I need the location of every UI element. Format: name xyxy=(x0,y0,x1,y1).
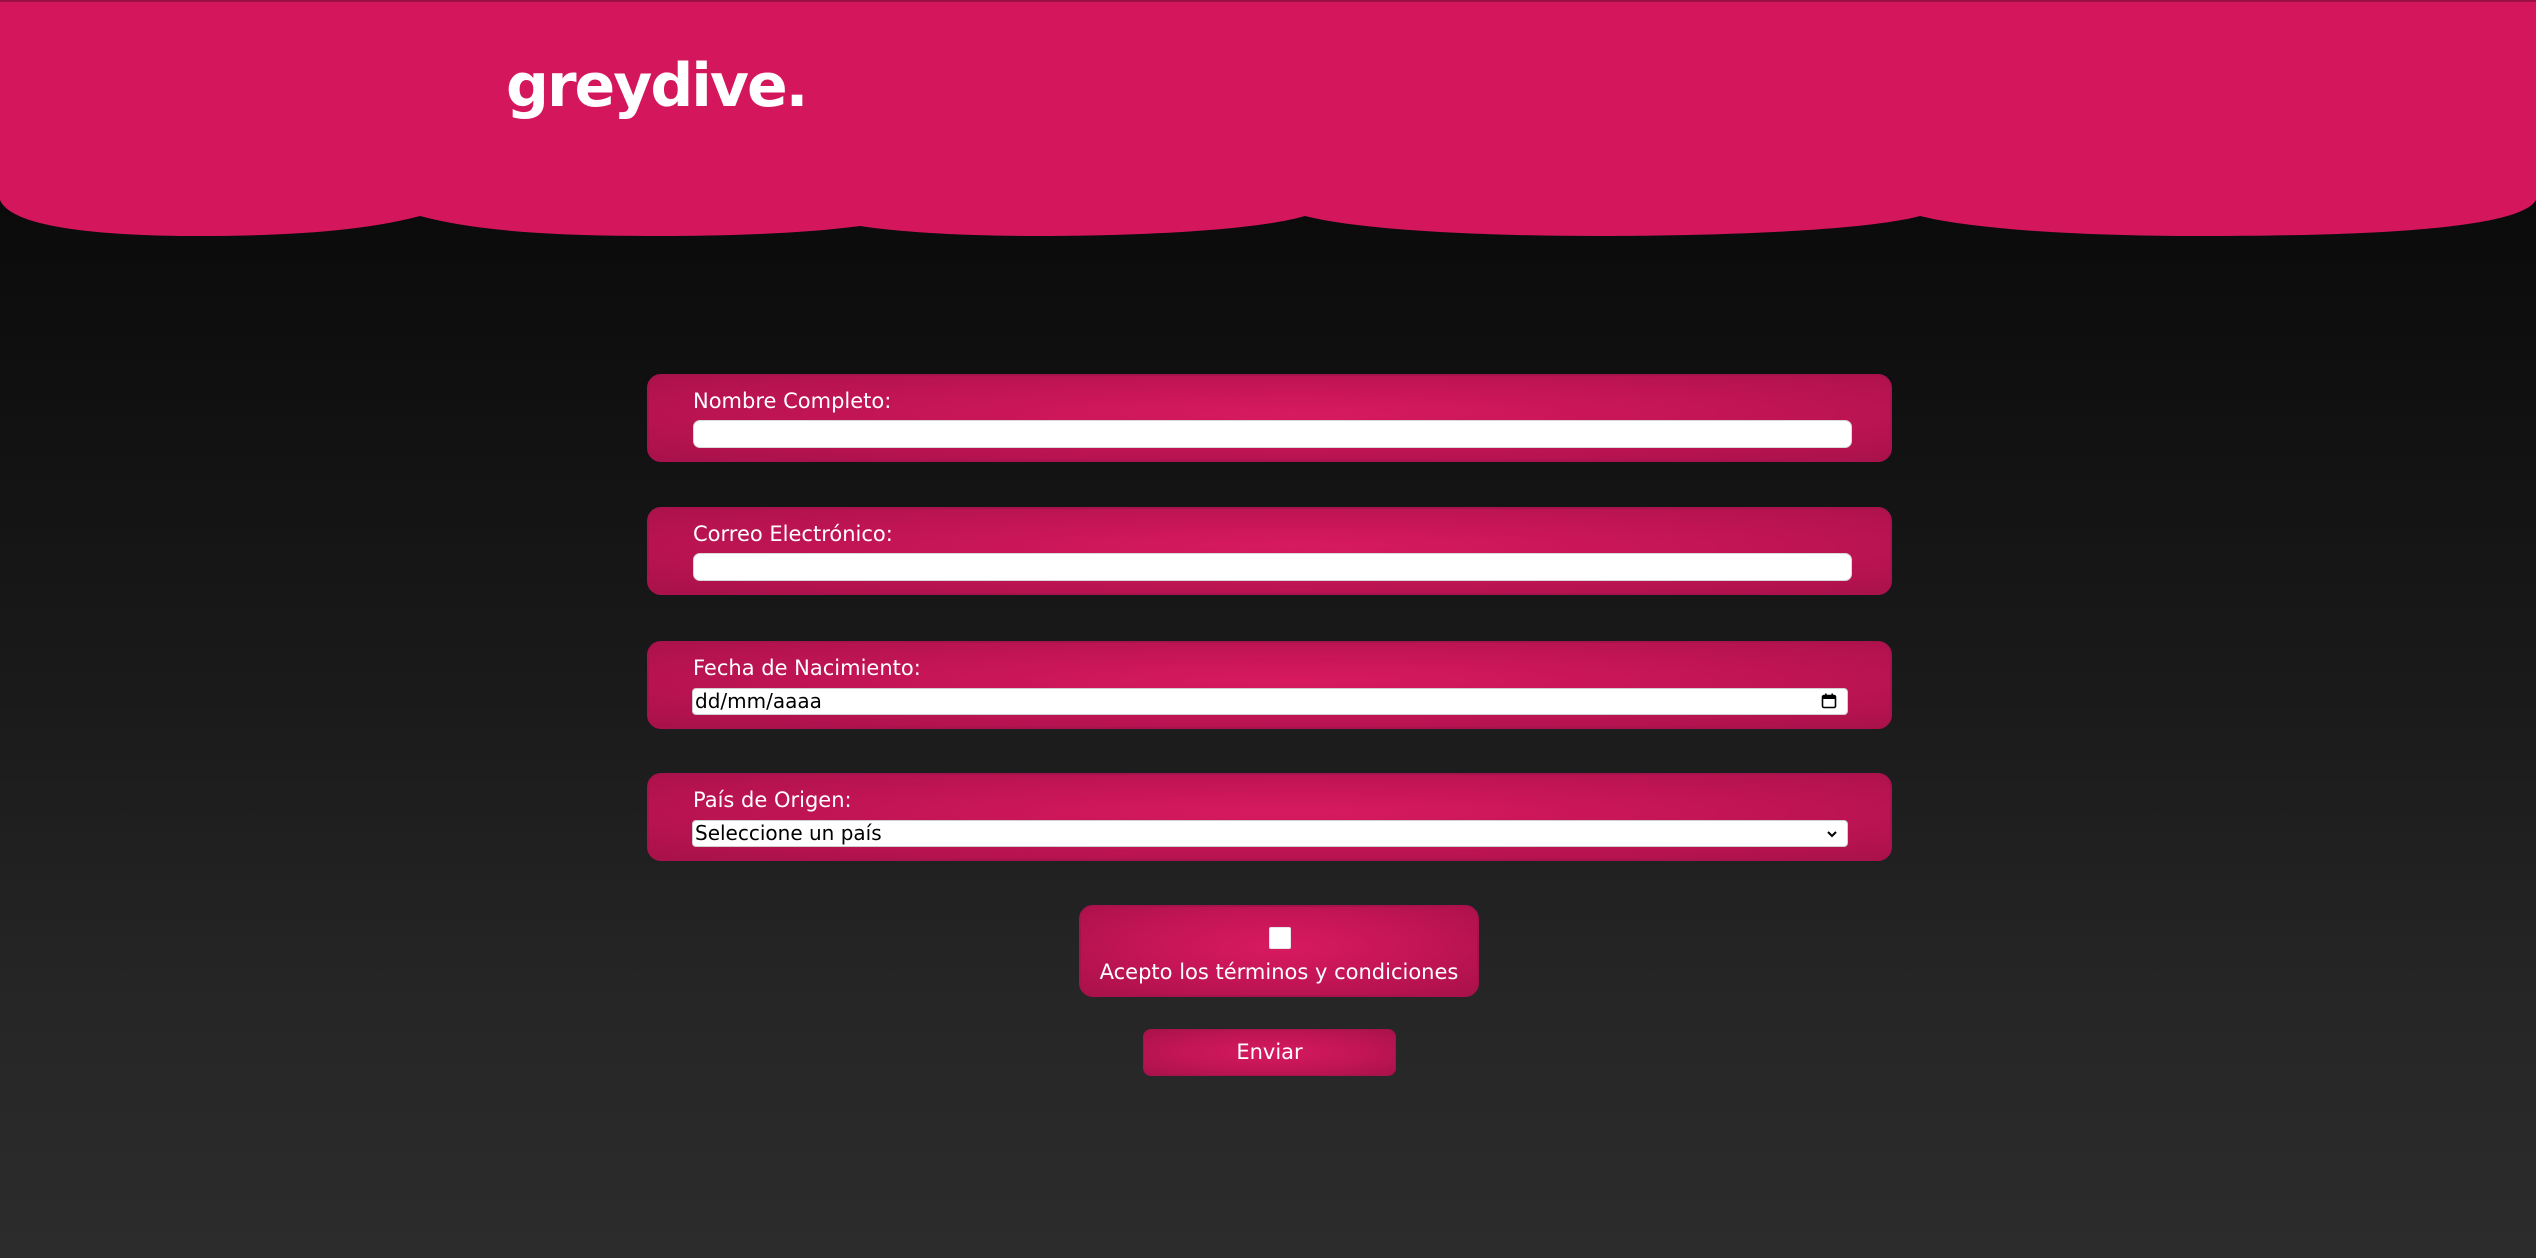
email-label: Correo Electrónico: xyxy=(693,522,893,546)
email-field-card: Correo Electrónico: xyxy=(647,507,1892,595)
birthdate-field-card: Fecha de Nacimiento: dd/mm/aaaa xyxy=(647,641,1892,729)
full-name-label: Nombre Completo: xyxy=(693,389,892,413)
terms-label[interactable]: Acepto los términos y condiciones xyxy=(1081,959,1477,985)
country-label: País de Origen: xyxy=(693,788,852,812)
calendar-icon[interactable] xyxy=(1821,693,1837,709)
submit-button[interactable]: Enviar xyxy=(1143,1029,1396,1076)
birthdate-label: Fecha de Nacimiento: xyxy=(693,656,921,680)
country-select[interactable]: Seleccione un país xyxy=(692,820,1848,847)
header-banner: greydive. xyxy=(0,0,2536,240)
birthdate-value: dd/mm/aaaa xyxy=(695,689,822,713)
terms-card: Acepto los términos y condiciones xyxy=(1079,905,1479,997)
full-name-field-card: Nombre Completo: xyxy=(647,374,1892,462)
full-name-input[interactable] xyxy=(693,420,1852,448)
country-selected-value: Seleccione un país xyxy=(695,821,882,845)
email-input[interactable] xyxy=(693,553,1852,581)
greydive-logo[interactable]: greydive. xyxy=(506,56,808,116)
chevron-down-icon xyxy=(1827,831,1837,838)
header-wave-shape xyxy=(0,0,2536,236)
terms-checkbox[interactable] xyxy=(1269,927,1291,949)
country-field-card: País de Origen: Seleccione un país xyxy=(647,773,1892,861)
birthdate-input[interactable]: dd/mm/aaaa xyxy=(692,688,1848,715)
